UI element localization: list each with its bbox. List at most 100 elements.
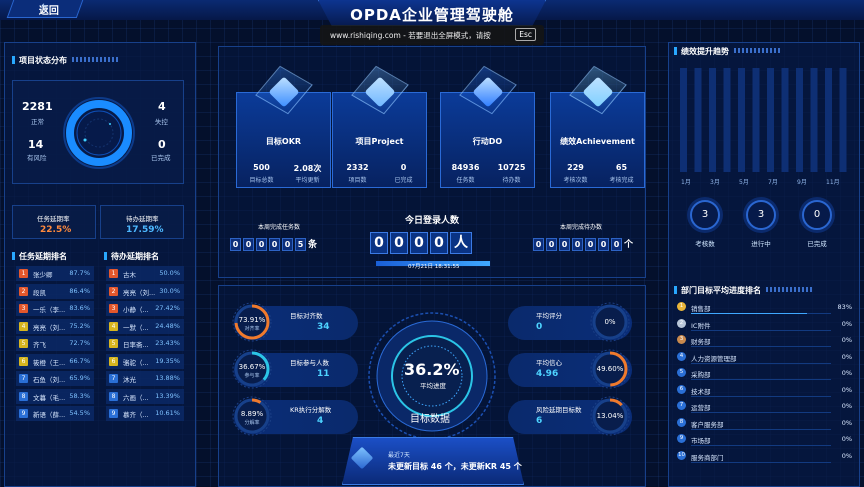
- todo-delay-rank-row[interactable]: 9 慕齐（... 10.61%: [106, 406, 184, 421]
- page-title: OPDA企业管理驾驶舱: [350, 6, 514, 24]
- counter-digit: 0: [559, 238, 570, 251]
- goal-metric-label: 平均评分: [536, 312, 562, 320]
- update-text: 未更新目标 46 个，未更新KR 45 个: [388, 462, 522, 471]
- task-delay-rank-row[interactable]: 8 文暮（毛... 58.3%: [16, 388, 94, 404]
- task-delay-rank-row[interactable]: 4 亮亮（刘... 75.2%: [16, 318, 94, 334]
- rank-value: 10.61%: [155, 409, 180, 417]
- rank-name: 新语（薛...: [33, 411, 66, 419]
- goal-metric-value: 34: [317, 322, 330, 332]
- rank-badge: 9: [19, 409, 28, 418]
- rank-badge: 6: [109, 356, 118, 366]
- rank-badge: 7: [109, 374, 118, 383]
- rank-value: 30.0%: [159, 286, 180, 295]
- goal-ring-pct: 49.60%: [596, 365, 624, 373]
- week-todo-counter: 0000000个: [533, 237, 633, 251]
- metric-card[interactable]: 项目Project 2332 项目数 0 已完成: [332, 65, 427, 188]
- dept-name: 市场部: [691, 437, 711, 445]
- rank-value: 50.0%: [159, 269, 180, 277]
- metric-card[interactable]: 绩效Achievement 229 考核次数 65 考核完成: [550, 65, 645, 188]
- back-arrow-icon: ↰: [40, 3, 49, 14]
- todo-delay-rank-row[interactable]: 1 古木 50.0%: [106, 266, 184, 281]
- todo-delay-rank-row[interactable]: 5 日率斋... 23.43%: [106, 336, 184, 351]
- goal-metric-label: KR执行分解数: [290, 406, 332, 414]
- rank-value: 13.88%: [155, 374, 180, 382]
- rank-value: 19.35%: [155, 356, 180, 365]
- dept-progress-track: [691, 329, 831, 331]
- dept-rank-row[interactable]: 10 服务商部门 0%: [676, 450, 856, 464]
- task-delay-rank-row[interactable]: 2 段凯 86.4%: [16, 283, 94, 299]
- dept-progress-track: [691, 313, 831, 314]
- counter-digit: 0: [572, 238, 583, 251]
- dept-rank-icon: 6: [677, 384, 686, 394]
- dept-progress-track: [691, 379, 831, 380]
- goal-ring-sub: 参与率: [244, 373, 260, 379]
- todo-delay-rank-title: 待办延期排名: [104, 251, 159, 262]
- todo-delay-rank-row[interactable]: 3 小静（... 27.42%: [106, 301, 184, 316]
- counter-digit: 0: [230, 238, 241, 251]
- todo-delay-rank-row[interactable]: 2 亮亮（刘... 30.0%: [106, 283, 184, 299]
- todo-delay-rank-row[interactable]: 4 一默（... 24.48%: [106, 318, 184, 334]
- perf-stat-label: 进行中: [751, 240, 771, 248]
- task-delay-rank-row[interactable]: 9 新语（薛... 54.5%: [16, 406, 94, 421]
- dept-rank-row[interactable]: 7 运营部 0%: [676, 400, 856, 414]
- rank-name: 一默（...: [123, 323, 149, 332]
- trend-bar-bg: [738, 68, 745, 172]
- card-label-2: 待办数: [502, 177, 521, 184]
- dept-rank-row[interactable]: 3 财务部 0%: [676, 334, 856, 348]
- week-todo-unit: 个: [624, 240, 634, 250]
- task-delay-rank-row[interactable]: 3 一乐（李... 83.6%: [16, 301, 94, 316]
- perf-stat-label: 考核数: [695, 240, 715, 248]
- rank-name: 段凯: [33, 288, 46, 297]
- rank-badge: 5: [109, 339, 118, 348]
- week-task-counter: 000005条: [230, 237, 317, 251]
- task-delay-rank-row[interactable]: 7 石鱼（刘... 65.9%: [16, 371, 94, 386]
- dept-rank-row[interactable]: 8 客户服务部 0%: [676, 417, 856, 431]
- dept-progress-fill: [691, 313, 808, 314]
- card-value-2: 2.08次: [293, 164, 322, 173]
- todo-delay-rank-row[interactable]: 8 六画（... 13.39%: [106, 388, 184, 404]
- dept-rank-row[interactable]: 1 销售部 83%: [676, 301, 856, 315]
- normal-label: 正常: [31, 118, 44, 126]
- perf-stat-ring[interactable]: 3: [746, 200, 776, 230]
- perf-stat-ring[interactable]: 3: [690, 200, 720, 230]
- goal-ring-pct: 0%: [604, 318, 616, 326]
- dept-rank-row[interactable]: 2 IC附件 0%: [676, 318, 856, 332]
- dept-rank-row[interactable]: 4 人力资源管理部 0%: [676, 351, 856, 365]
- dept-rank-row[interactable]: 9 市场部 0%: [676, 433, 856, 447]
- dept-rank-icon: 7: [677, 401, 686, 410]
- metric-card[interactable]: 行动DO 84936 任务数 10725 待办数: [440, 65, 535, 188]
- counter-digit: 0: [598, 238, 609, 251]
- rank-value: 58.3%: [69, 391, 90, 400]
- rank-name: 慕齐（...: [123, 411, 149, 419]
- dept-rank-row[interactable]: 5 采购部 0%: [676, 367, 856, 381]
- task-delay-rank-row[interactable]: 1 张少卿 87.7%: [16, 266, 94, 281]
- task-delay-rank-row[interactable]: 6 筱橙（王... 66.7%: [16, 353, 94, 369]
- rank-name: 亮亮（刘...: [123, 288, 156, 297]
- task-delay-rate-value: 22.5%: [40, 225, 72, 235]
- todo-delay-rank-row[interactable]: 7 沐光 13.88%: [106, 371, 184, 386]
- rank-name: 古木: [123, 271, 136, 279]
- x-tick-label: 3月: [710, 179, 720, 186]
- card-value-2: 65: [615, 163, 628, 172]
- login-label: 今日登录人数: [405, 216, 460, 226]
- week-task-unit: 条: [308, 240, 318, 250]
- metric-card[interactable]: 目标OKR 500 目标总数 2.08次 平均更新: [236, 65, 331, 188]
- dept-progress-value: 83%: [837, 303, 852, 311]
- trend-bar-bg: [810, 68, 818, 172]
- rank-badge: 1: [109, 269, 118, 278]
- rank-badge: 7: [19, 374, 28, 383]
- fullscreen-notice: www.rishiqing.com - 若要退出全屏模式，请按 Esc: [320, 25, 544, 45]
- dept-progress-track: [691, 362, 831, 364]
- perf-stat-ring[interactable]: 0: [802, 200, 832, 230]
- dept-progress-track: [691, 395, 831, 397]
- goal-metric-value: 6: [536, 416, 543, 426]
- trend-bar-bg: [781, 68, 789, 172]
- dept-progress-value: 0%: [841, 435, 852, 443]
- task-delay-rank-row[interactable]: 5 齐飞 72.7%: [16, 336, 94, 351]
- x-tick-label: 5月: [739, 179, 749, 186]
- performance-title: 绩效提升趋势: [674, 46, 780, 57]
- dept-rank-row[interactable]: 6 技术部 0%: [676, 384, 856, 398]
- todo-delay-rank-row[interactable]: 6 骆驼（... 19.35%: [106, 353, 184, 369]
- lost-label: 失控: [155, 118, 168, 126]
- dept-rank-icon: 3: [677, 335, 686, 344]
